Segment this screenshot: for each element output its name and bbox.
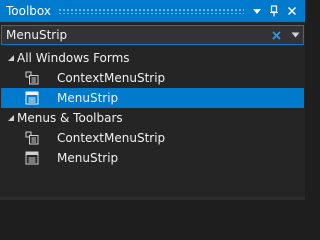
search-input[interactable] — [6, 27, 261, 43]
group-label: Menus & Toolbars — [17, 111, 123, 125]
window-title: Toolbox — [6, 4, 51, 18]
item-label: ContextMenuStrip — [57, 71, 166, 85]
chevron-down-icon[interactable] — [288, 28, 302, 42]
dropdown-icon[interactable] — [250, 4, 264, 18]
group-menus-and-toolbars[interactable]: Menus & Toolbars — [1, 108, 304, 128]
menu-strip-icon — [25, 151, 39, 165]
pin-icon[interactable] — [267, 4, 281, 18]
toolbox-item-context-menu-strip[interactable]: ContextMenuStrip — [1, 68, 304, 88]
close-icon[interactable] — [285, 4, 299, 18]
toolbox-item-context-menu-strip[interactable]: ContextMenuStrip — [1, 128, 304, 148]
toolbox-item-menu-strip[interactable]: MenuStrip — [1, 88, 304, 108]
bottom-border — [0, 197, 305, 200]
group-all-windows-forms[interactable]: All Windows Forms — [1, 48, 304, 68]
toolbox-window: Toolbox MenuStrip All Windows Forms Cont… — [0, 0, 305, 200]
search-box — [1, 25, 304, 45]
menu-strip-icon — [25, 91, 39, 105]
item-label: ContextMenuStrip — [57, 131, 166, 145]
expanded-arrow-icon[interactable] — [7, 54, 15, 62]
clear-search-icon[interactable] — [269, 28, 283, 42]
group-label: All Windows Forms — [17, 51, 130, 65]
toolbox-item-menu-strip[interactable]: MenuStrip — [1, 148, 304, 168]
item-label: MenuStrip — [57, 91, 119, 105]
context-menu-strip-icon — [25, 71, 39, 85]
expanded-arrow-icon[interactable] — [7, 114, 15, 122]
item-label: MenuStrip — [57, 151, 119, 165]
context-menu-strip-icon — [25, 131, 39, 145]
drag-grip[interactable] — [58, 8, 244, 14]
title-bar[interactable]: Toolbox — [0, 0, 305, 22]
